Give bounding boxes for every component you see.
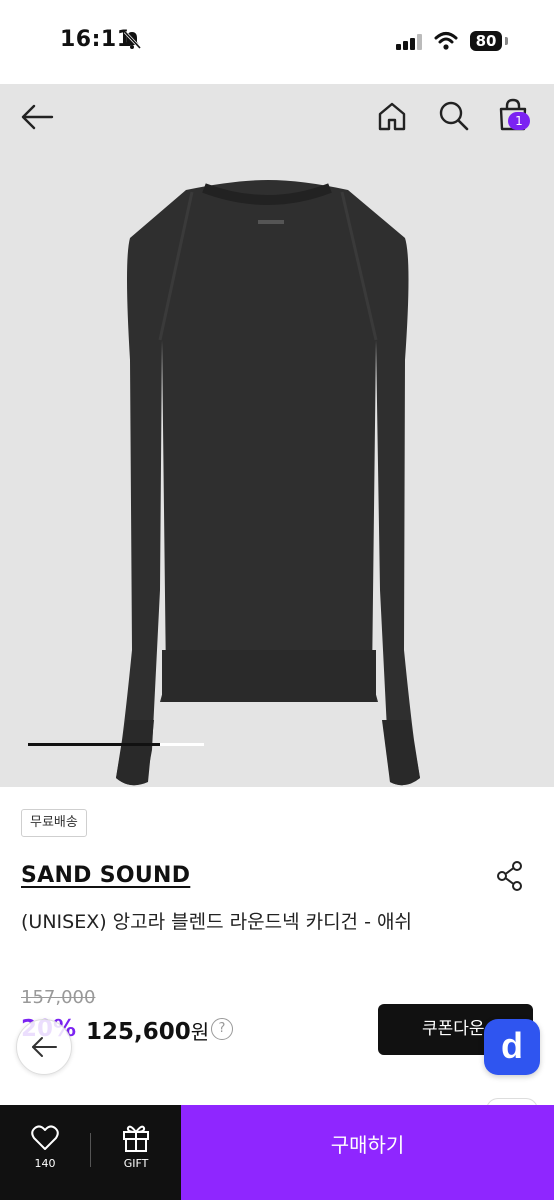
floating-back-button[interactable] bbox=[16, 1019, 72, 1075]
bell-off-icon bbox=[123, 30, 142, 50]
gallery-progress-fill bbox=[28, 743, 160, 746]
product-info: 무료배송 SAND SOUND (UNISEX) 앙고라 블렌드 라운드넥 카디… bbox=[0, 787, 554, 1111]
d-logo: d bbox=[501, 1025, 523, 1066]
share-icon[interactable] bbox=[496, 861, 524, 891]
gift-button[interactable]: GIFT bbox=[91, 1105, 181, 1200]
buy-button[interactable]: 구매하기 bbox=[181, 1105, 554, 1200]
product-name: (UNISEX) 앙고라 블렌드 라운드넥 카디건 - 애쉬 bbox=[21, 911, 412, 933]
gallery-progress-track bbox=[28, 743, 204, 746]
like-count: 140 bbox=[34, 1157, 56, 1170]
brand-link[interactable]: SAND SOUND bbox=[21, 863, 190, 888]
sale-price: 125,600원 bbox=[86, 1016, 209, 1045]
product-image bbox=[116, 180, 420, 786]
original-price: 157,000 bbox=[21, 987, 96, 1008]
status-bar: 16:11 80 bbox=[0, 0, 554, 84]
wifi-icon bbox=[434, 32, 458, 50]
d-app-button[interactable]: d bbox=[484, 1019, 540, 1075]
like-button[interactable]: 140 bbox=[0, 1105, 90, 1200]
currency-label: 원 bbox=[190, 1020, 210, 1044]
gift-label: GIFT bbox=[123, 1157, 149, 1170]
search-icon[interactable] bbox=[438, 100, 470, 132]
battery-icon: 80 bbox=[470, 31, 502, 51]
signal-icon bbox=[396, 34, 422, 50]
battery-cap bbox=[505, 37, 508, 45]
gift-icon bbox=[123, 1125, 149, 1152]
back-arrow-icon bbox=[32, 1037, 57, 1057]
free-shipping-tag: 무료배송 bbox=[21, 809, 87, 837]
price-help-icon[interactable]: ? bbox=[211, 1018, 233, 1040]
cart-count-badge: 1 bbox=[508, 112, 530, 130]
heart-icon bbox=[31, 1125, 59, 1150]
back-arrow-icon[interactable] bbox=[20, 102, 56, 132]
sale-price-value: 125,600 bbox=[86, 1019, 191, 1045]
bottom-action-bar: 140 GIFT 구매하기 bbox=[0, 1105, 554, 1200]
product-gallery[interactable]: 1 bbox=[0, 84, 554, 787]
home-icon[interactable] bbox=[376, 100, 408, 132]
